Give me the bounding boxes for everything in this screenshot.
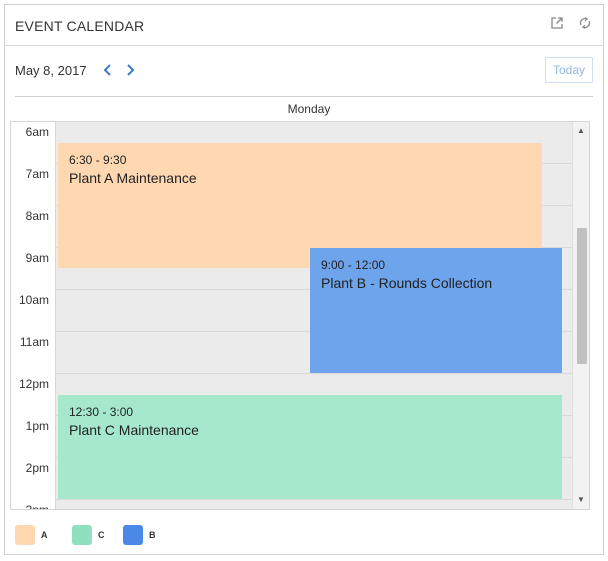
time-label: 2pm [25,461,49,475]
event-time: 12:30 - 3:00 [69,405,134,419]
prev-day-button[interactable] [101,61,115,79]
chevron-right-icon [127,64,135,76]
legend-swatch [123,525,143,545]
time-label: 11am [19,335,49,349]
calendar-toolbar: May 8, 2017 Today [15,46,593,97]
time-label: 3pm [25,503,49,510]
day-column-header: Monday [287,102,331,116]
event-plant-b-rounds-collection[interactable]: 9:00 - 12:00 Plant B - Rounds Collection [310,248,562,373]
legend-swatch [15,525,35,545]
panel-title: EVENT CALENDAR [15,18,145,34]
time-label: 9am [25,251,49,265]
day-column[interactable]: 6:30 - 9:30 Plant A Maintenance 9:00 - 1… [55,122,574,509]
time-label: 7am [25,167,49,181]
hour-gridline [56,373,574,374]
legend-swatch [72,525,92,545]
legend-label: C [98,530,105,540]
legend-label: B [149,530,156,540]
current-date: May 8, 2017 [15,63,87,78]
time-label: 12pm [18,377,49,391]
hour-gridline [56,499,574,500]
scroll-up-arrow-icon[interactable]: ▲ [573,124,589,138]
time-label: 6am [25,125,49,139]
today-button[interactable]: Today [545,57,593,83]
event-title: Plant C Maintenance [69,422,199,438]
next-day-button[interactable] [123,61,137,79]
event-title: Plant B - Rounds Collection [321,275,493,291]
time-gutter: 6am 7am 8am 9am 10am 11am 12pm 1pm 2pm 3… [11,122,55,509]
event-plant-c-maintenance[interactable]: 12:30 - 3:00 Plant C Maintenance [58,395,562,499]
time-label: 1pm [25,419,49,433]
time-label: 10am [18,293,49,307]
chevron-left-icon [103,64,111,76]
scroll-down-arrow-icon[interactable]: ▼ [573,493,589,507]
vertical-scrollbar[interactable]: ▲ ▼ [572,122,589,509]
calendar-grid[interactable]: 6am 7am 8am 9am 10am 11am 12pm 1pm 2pm 3… [10,121,590,510]
event-title: Plant A Maintenance [69,170,197,186]
scrollbar-thumb[interactable] [577,228,587,364]
event-time: 6:30 - 9:30 [69,153,127,167]
legend-label: A [41,530,48,540]
time-label: 8am [25,209,49,223]
panel-header: EVENT CALENDAR [5,5,603,46]
external-link-icon[interactable] [549,16,565,32]
event-time: 9:00 - 12:00 [321,258,386,272]
refresh-icon[interactable] [577,16,593,32]
